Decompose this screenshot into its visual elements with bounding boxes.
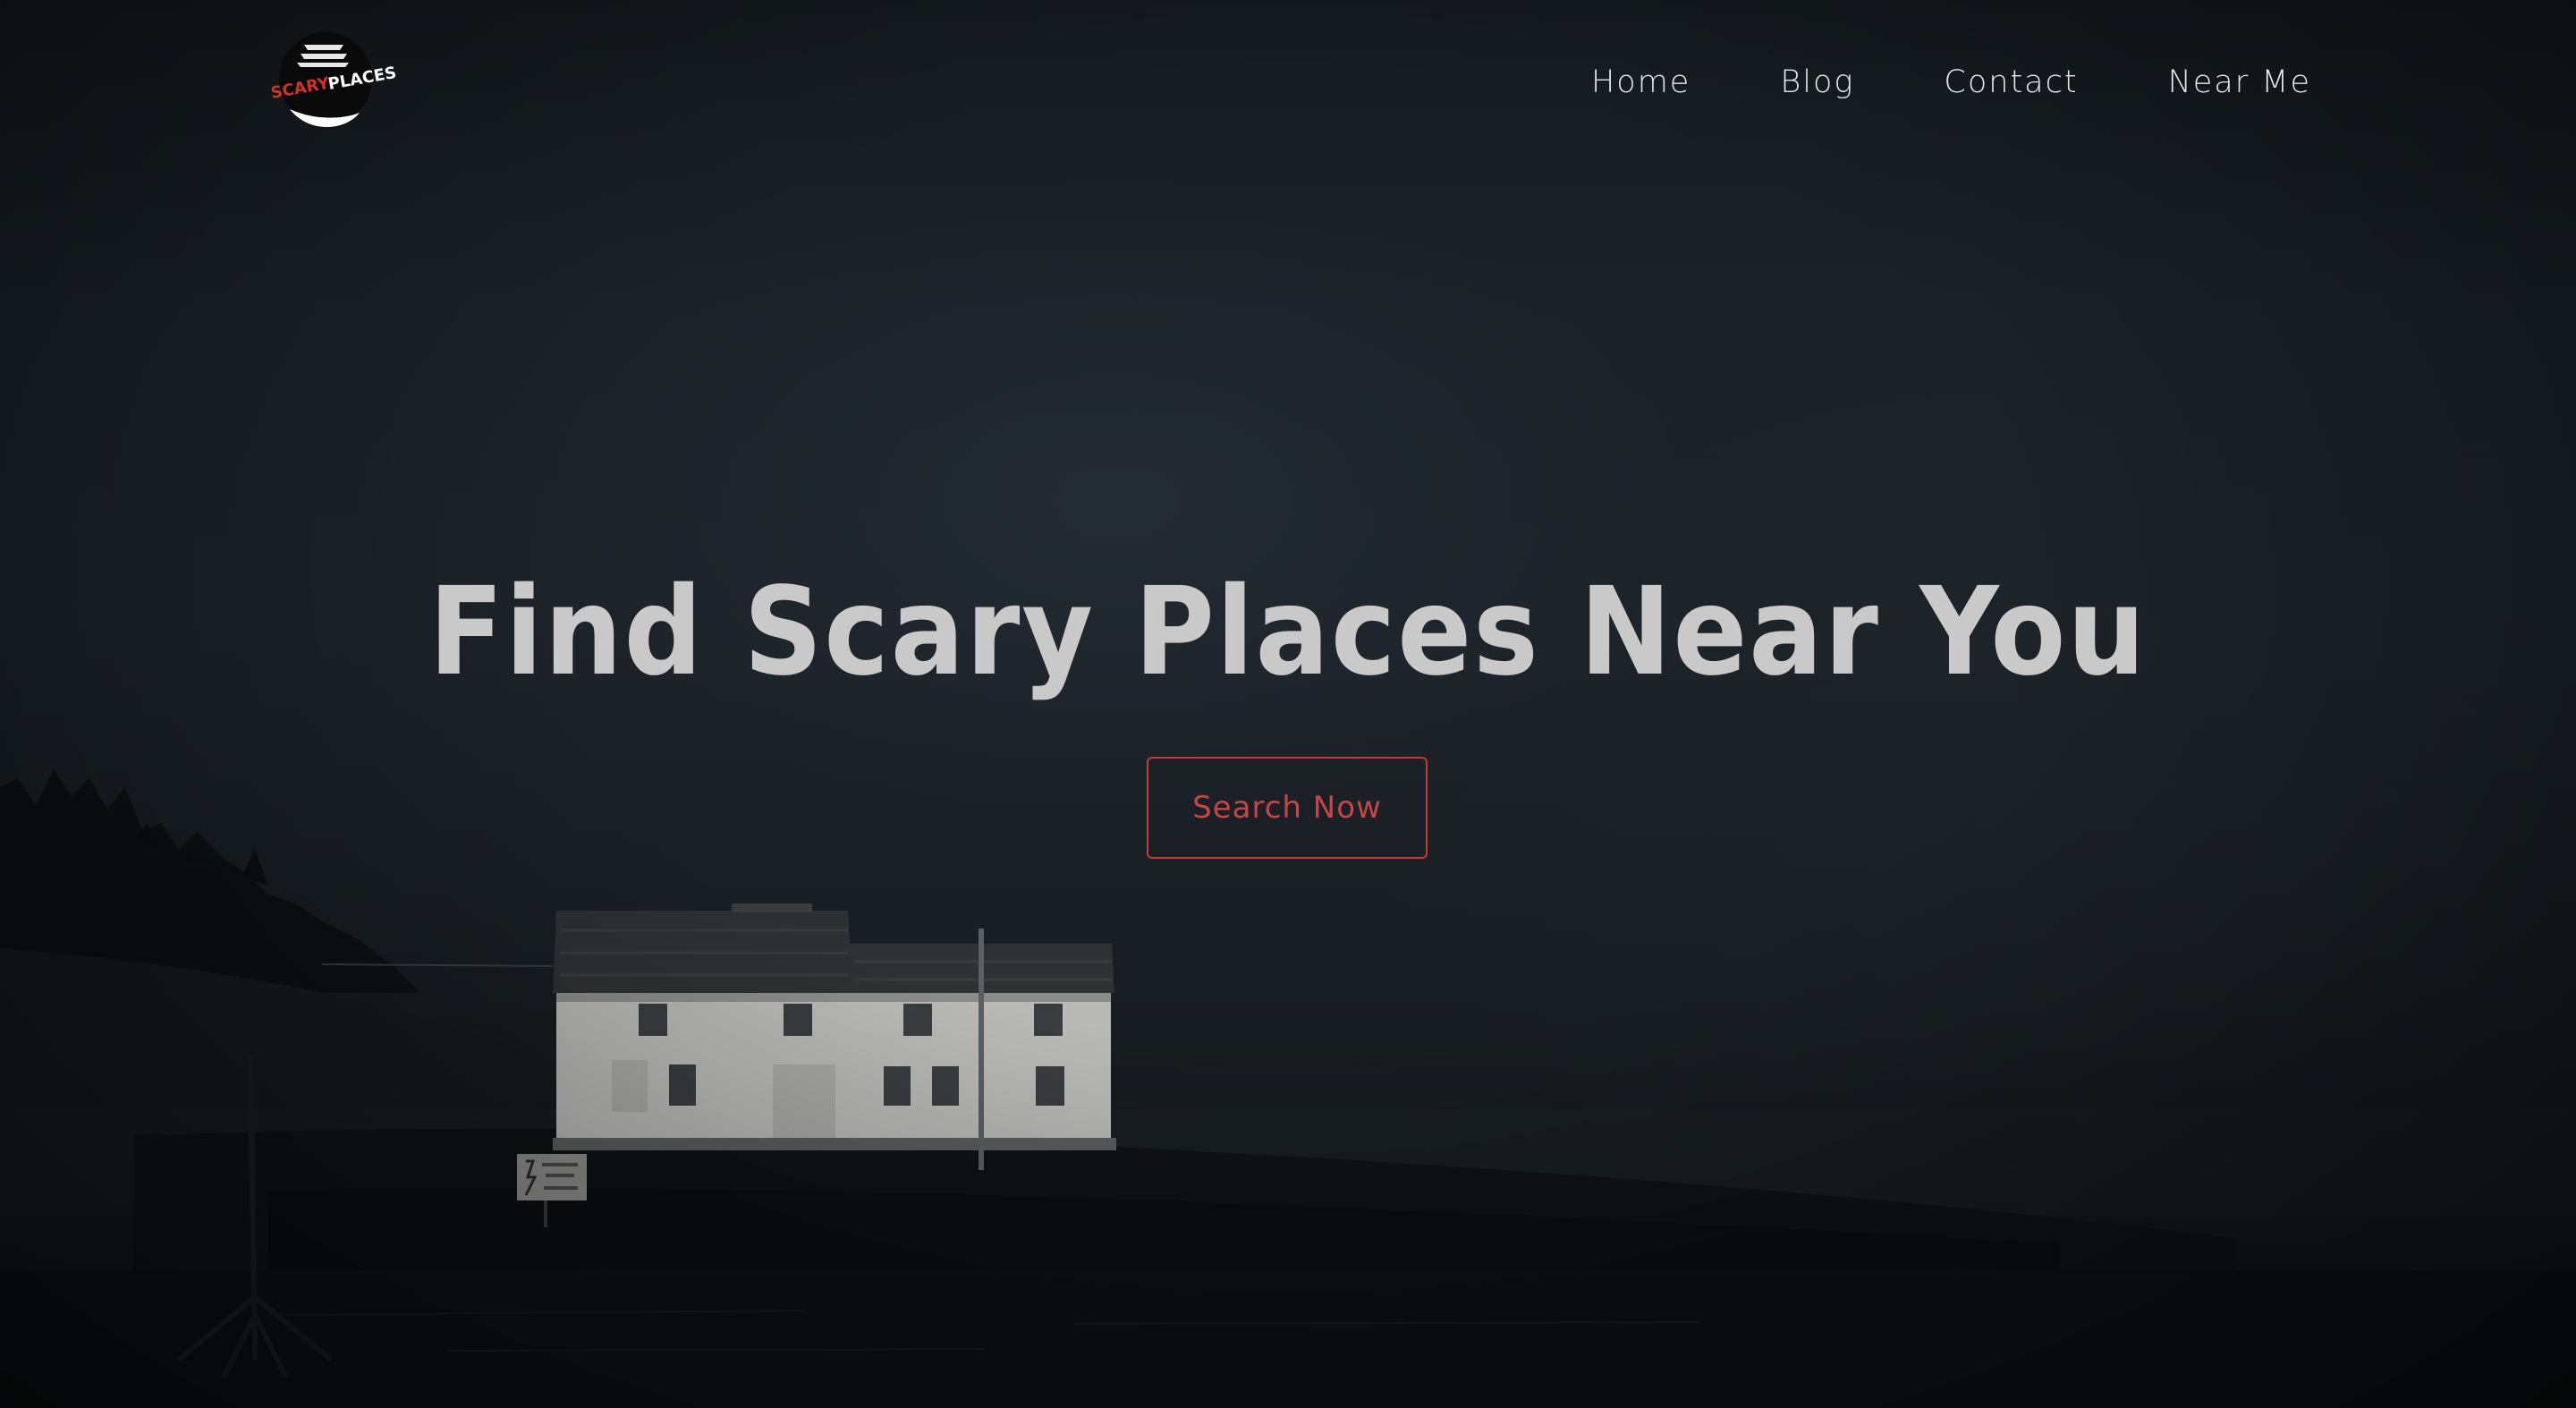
nav-item-contact[interactable]: Contact — [1944, 64, 2078, 100]
page: SCARY PLACES Home Blog Contact Near Me F… — [0, 0, 2576, 1408]
scary-places-logo[interactable]: SCARY PLACES — [254, 27, 397, 134]
hero-title: Find Scary Places Near You — [428, 562, 2148, 703]
nav-item-near-me[interactable]: Near Me — [2168, 64, 2311, 100]
vignette-overlay — [0, 0, 2576, 1408]
main-nav: Home Blog Contact Near Me — [1591, 64, 2311, 100]
search-now-button[interactable]: Search Now — [1147, 757, 1428, 859]
nav-item-blog[interactable]: Blog — [1780, 64, 1854, 100]
nav-item-home[interactable]: Home — [1591, 64, 1690, 100]
